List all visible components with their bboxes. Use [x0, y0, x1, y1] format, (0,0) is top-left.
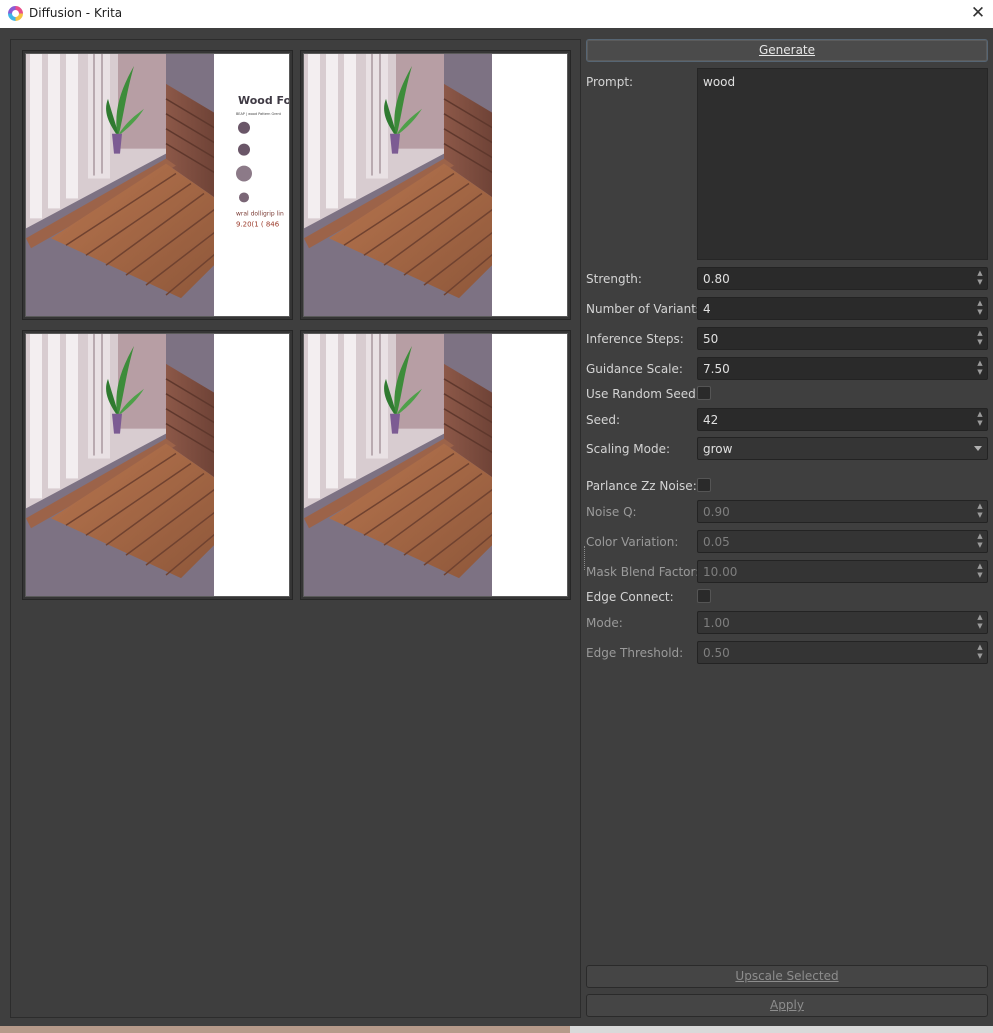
- apply-button[interactable]: Apply: [586, 994, 988, 1017]
- prompt-label: Prompt:: [586, 75, 634, 89]
- spin-arrows-icon[interactable]: ▲ ▼: [974, 643, 986, 662]
- color-variation-label: Color Variation:: [586, 535, 679, 549]
- variant-image: [25, 333, 290, 597]
- svg-text:Wood Fo: Wood Fo: [238, 94, 289, 107]
- variant-image: Wood Fo BEAP | wood Pattern Grent wral d…: [25, 53, 290, 317]
- mask-blend-spinbox[interactable]: 10.00 ▲ ▼: [697, 560, 988, 583]
- upscale-selected-button[interactable]: Upscale Selected: [586, 965, 988, 988]
- seed-label: Seed:: [586, 413, 621, 427]
- prompt-value: wood: [703, 75, 736, 89]
- svg-text:wral dolligrip lin: wral dolligrip lin: [236, 210, 284, 217]
- spin-arrows-icon[interactable]: ▲ ▼: [974, 269, 986, 288]
- mask-blend-label: Mask Blend Factor:: [586, 565, 700, 579]
- scaling-mode-select[interactable]: grow: [697, 437, 988, 460]
- scaling-label: Scaling Mode:: [586, 442, 671, 456]
- strength-label: Strength:: [586, 272, 642, 286]
- svg-text:BEAP | wood Pattern Grent: BEAP | wood Pattern Grent: [236, 112, 282, 116]
- seed-spinbox[interactable]: 42 ▲ ▼: [697, 408, 988, 431]
- spin-arrows-icon[interactable]: ▲ ▼: [974, 613, 986, 632]
- mode-spinbox[interactable]: 1.00 ▲ ▼: [697, 611, 988, 634]
- spin-arrows-icon[interactable]: ▲ ▼: [974, 299, 986, 318]
- spin-arrows-icon[interactable]: ▲ ▼: [974, 532, 986, 551]
- background-canvas-strip: [0, 1026, 993, 1033]
- strength-spinbox[interactable]: 0.80 ▲ ▼: [697, 267, 988, 290]
- dialog-body: Wood Fo BEAP | wood Pattern Grent wral d…: [0, 28, 993, 1033]
- variant-image: [303, 53, 568, 317]
- edge-threshold-label: Edge Threshold:: [586, 646, 684, 660]
- variants-spinbox[interactable]: 4 ▲ ▼: [697, 297, 988, 320]
- random-seed-checkbox[interactable]: [697, 386, 711, 400]
- spin-arrows-icon[interactable]: ▲ ▼: [974, 502, 986, 521]
- guidance-label: Guidance Scale:: [586, 362, 683, 376]
- spin-arrows-icon[interactable]: ▲ ▼: [974, 410, 986, 429]
- guidance-spinbox[interactable]: 7.50 ▲ ▼: [697, 357, 988, 380]
- variants-label: Number of Variants:: [586, 302, 707, 316]
- prompt-textarea[interactable]: wood: [697, 68, 988, 260]
- edge-threshold-spinbox[interactable]: 0.50 ▲ ▼: [697, 641, 988, 664]
- variant-thumbnail-1[interactable]: Wood Fo BEAP | wood Pattern Grent wral d…: [22, 50, 293, 320]
- steps-label: Inference Steps:: [586, 332, 684, 346]
- title-bar: Diffusion - Krita ✕: [0, 0, 993, 28]
- variant-thumbnail-2[interactable]: [300, 50, 571, 320]
- spin-arrows-icon[interactable]: ▲ ▼: [974, 359, 986, 378]
- edge-connect-checkbox[interactable]: [697, 589, 711, 603]
- variant-thumbnail-4[interactable]: [300, 330, 571, 600]
- edge-connect-label: Edge Connect:: [586, 590, 674, 604]
- variant-image: [303, 333, 568, 597]
- variant-thumbnail-3[interactable]: [22, 330, 293, 600]
- spin-arrows-icon[interactable]: ▲ ▼: [974, 562, 986, 581]
- spin-arrows-icon[interactable]: ▲ ▼: [974, 329, 986, 348]
- random-seed-label: Use Random Seed:: [586, 387, 700, 401]
- noise-q-spinbox[interactable]: 0.90 ▲ ▼: [697, 500, 988, 523]
- color-variation-spinbox[interactable]: 0.05 ▲ ▼: [697, 530, 988, 553]
- window-title: Diffusion - Krita: [29, 6, 123, 20]
- steps-spinbox[interactable]: 50 ▲ ▼: [697, 327, 988, 350]
- generate-button[interactable]: Generate: [586, 39, 988, 62]
- chevron-down-icon: [974, 446, 982, 451]
- noise-label: Parlance Zz Noise:: [586, 479, 697, 493]
- krita-logo-icon: [8, 6, 23, 21]
- close-icon[interactable]: ✕: [965, 0, 991, 26]
- svg-text:9.20(1 ( 846: 9.20(1 ( 846: [236, 220, 279, 228]
- noise-q-label: Noise Q:: [586, 505, 637, 519]
- noise-checkbox[interactable]: [697, 478, 711, 492]
- mode-label: Mode:: [586, 616, 623, 630]
